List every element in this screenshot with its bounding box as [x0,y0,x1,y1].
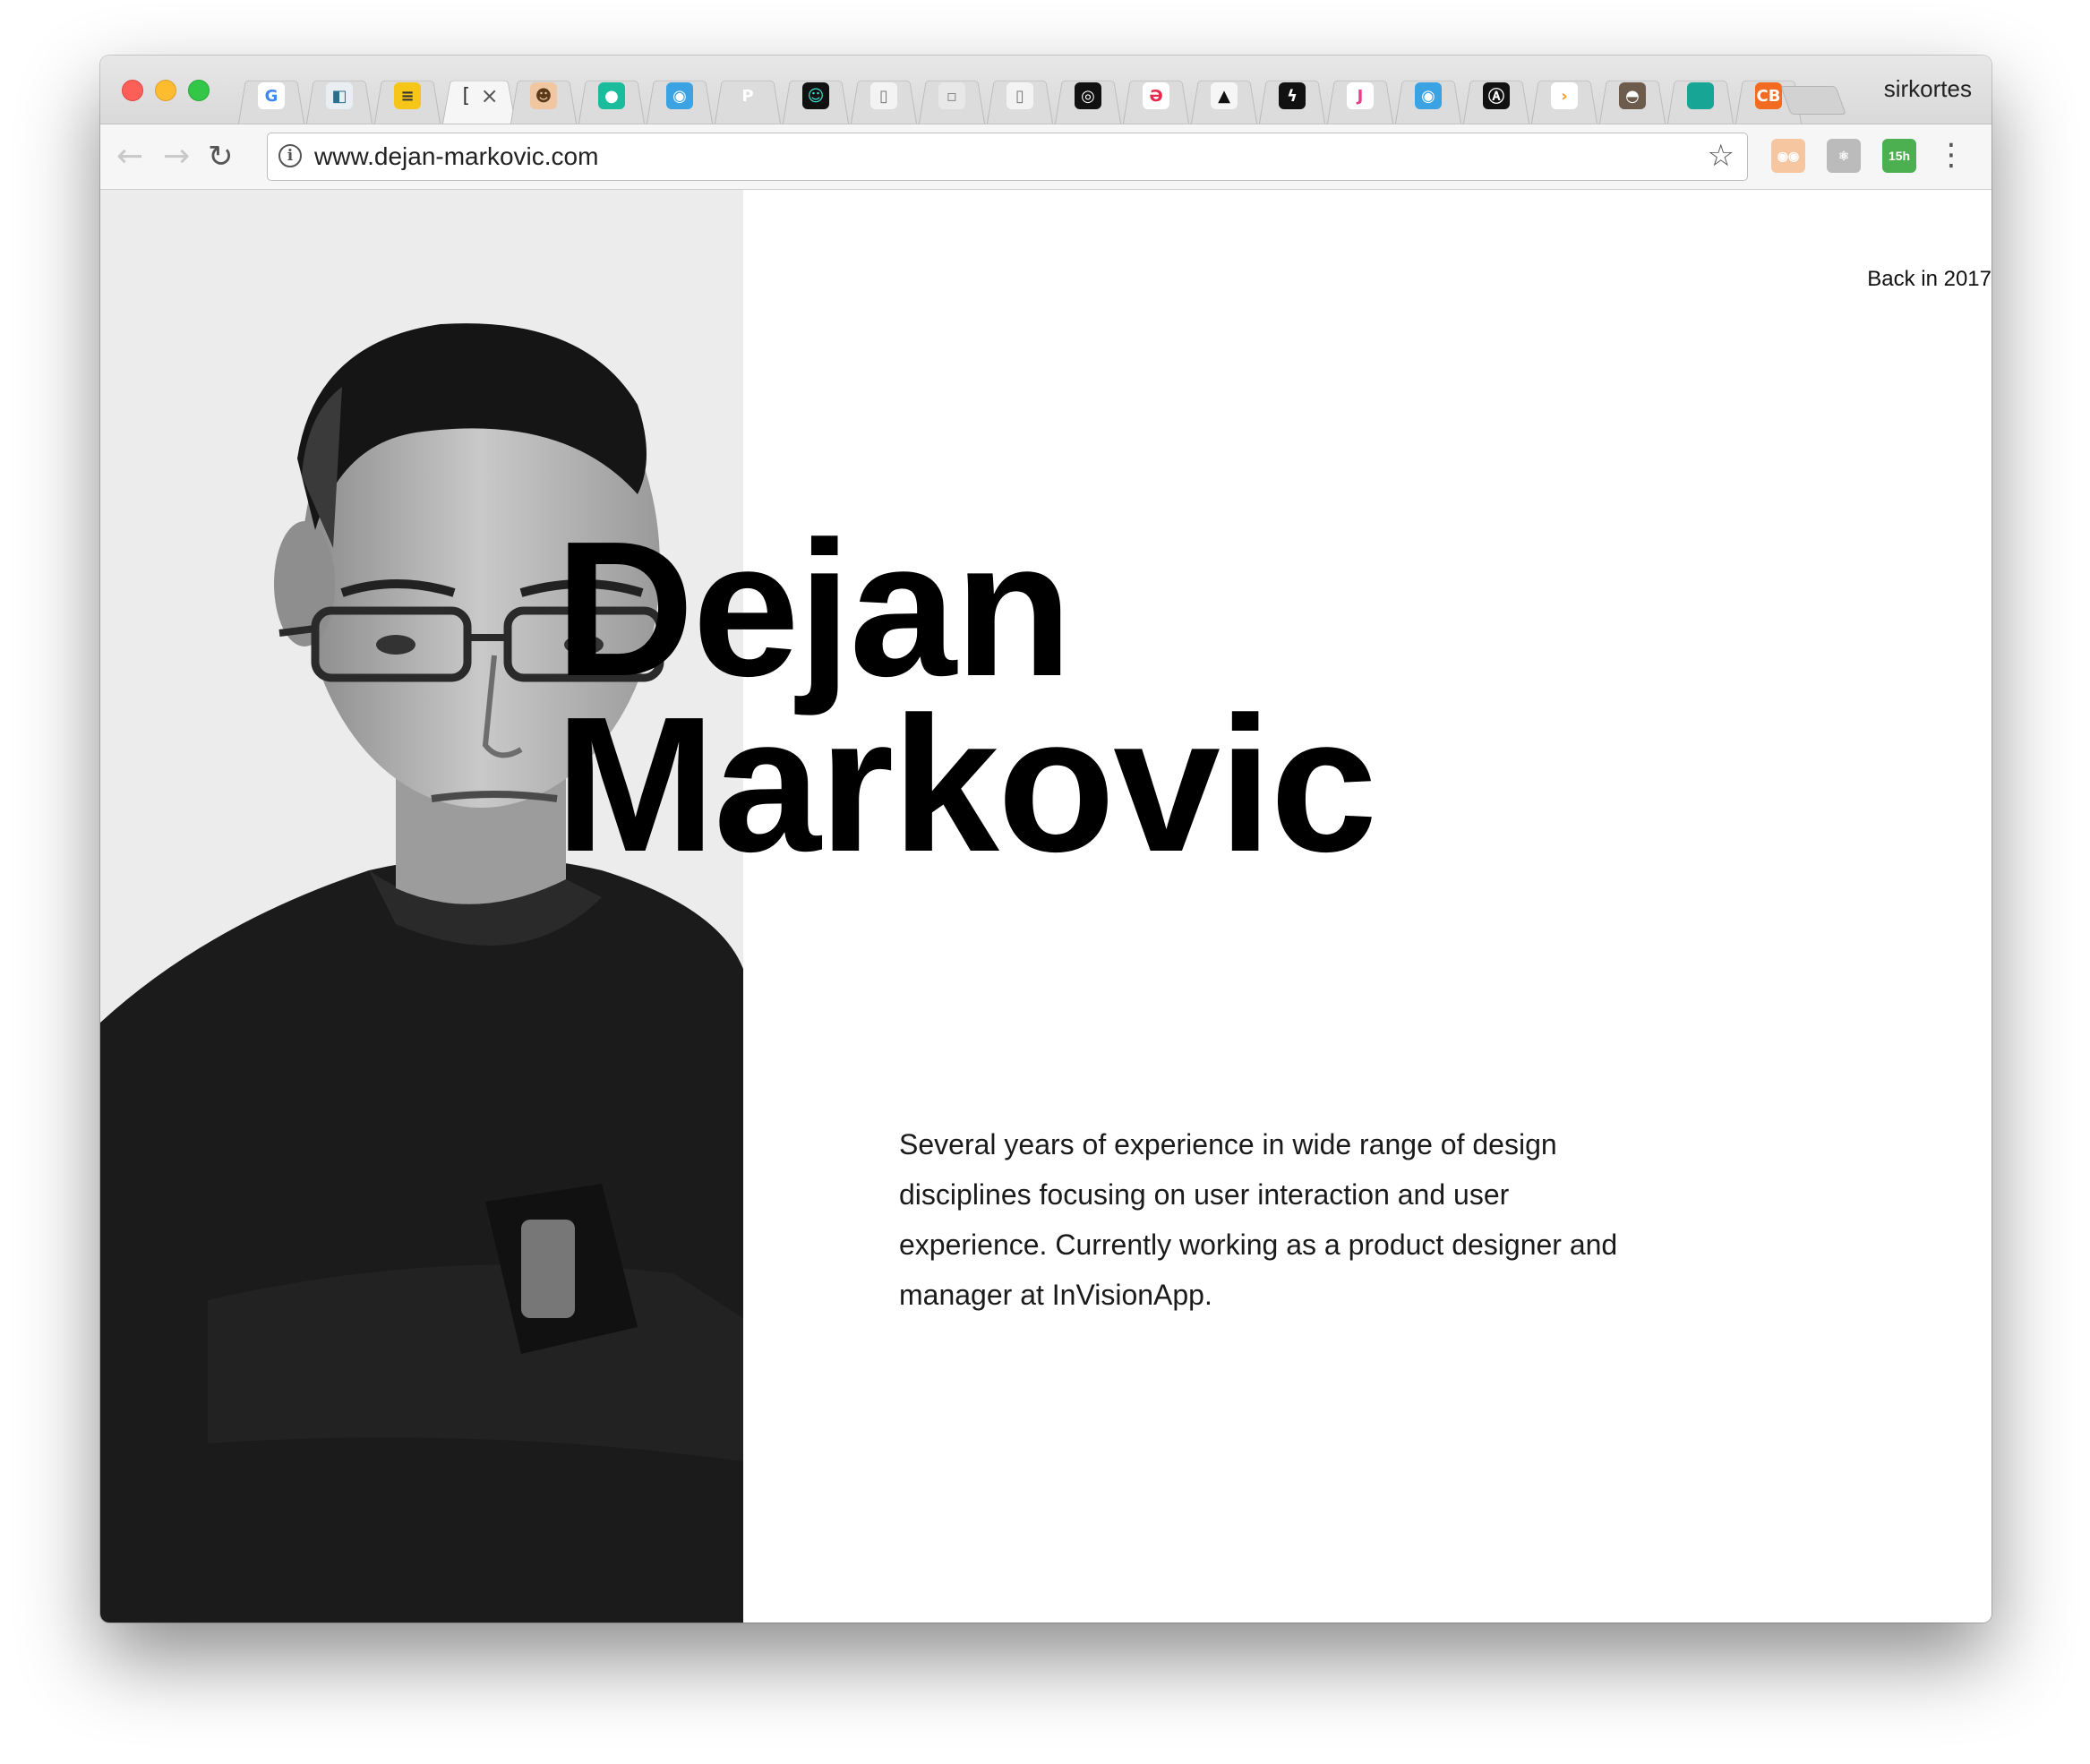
teal-favicon-icon: ● [598,82,625,109]
react-extension-icon[interactable]: ⚛ [1827,139,1861,173]
google-favicon-icon: G [258,82,285,109]
tab-triangle[interactable]: ▲ [1191,68,1257,124]
ap-favicon-icon: Ⓐ [1483,82,1510,109]
hero-name-heading: Dejan Markovic [555,501,1377,892]
page-favicon-icon: ▯ [870,82,897,109]
minimize-window-button[interactable] [155,80,176,101]
address-bar[interactable]: i www.dejan-markovic.com ☆ [267,133,1748,181]
url-text[interactable]: www.dejan-markovic.com [314,142,598,171]
profile-name[interactable]: sirkortes [1884,75,1972,103]
tab-bolt[interactable]: ϟ [1259,68,1325,124]
chevron-favicon-icon: › [1551,82,1578,109]
tab-page[interactable]: ▯ [851,68,917,124]
tab-strip: G ◧ ≡[× ☻ ● ◉ P ☺ ▯ ▫ ▯ ◎ Ә ▲ ϟ J ◉ Ⓐ › ◓ CB sirkortes [100,56,1991,124]
tab-chevron[interactable]: › [1531,68,1597,124]
tab-yellow[interactable]: ≡ [374,68,441,124]
tab-ap[interactable]: Ⓐ [1463,68,1529,124]
tab-alien[interactable]: ☺ [783,68,849,124]
tab-j[interactable]: J [1327,68,1393,124]
tab-red-spiral[interactable]: Ә [1123,68,1189,124]
calendar-extension-icon[interactable]: 15h [1882,139,1916,173]
page2-favicon-icon: ▯ [1006,82,1033,109]
tab-ba[interactable]: ▫ [919,68,985,124]
chart-favicon-icon: ◉ [666,82,693,109]
tab-chart[interactable]: ◉ [647,68,713,124]
ba-favicon-icon: ▫ [938,82,965,109]
alien-favicon-icon: ☺ [802,82,829,109]
j-favicon-icon: J [1347,82,1374,109]
sdb-favicon-icon: ◎ [1075,82,1101,109]
tab-blank[interactable]: P [715,68,781,124]
back-in-2017-link[interactable]: Back in 2017 [1867,267,1991,292]
tab-page2[interactable]: ▯ [987,68,1053,124]
tab-active-title: [ [459,84,472,107]
coffee-favicon-icon: ◓ [1619,82,1646,109]
browser-toolbar: ← → ↻ i www.dejan-markovic.com ☆ ◉◉ ⚛ 15h … [100,124,1991,190]
blank-favicon-icon: P [734,82,761,109]
yellow-favicon-icon: ≡ [394,82,421,109]
cb-favicon-icon: CB [1755,82,1782,109]
tab-sdb[interactable]: ◎ [1055,68,1121,124]
forward-arrow-icon[interactable]: → [163,139,190,175]
bookmark-star-icon[interactable]: ☆ [1708,138,1735,174]
avatar-favicon-icon: ☻ [530,82,557,109]
tab-avatar[interactable]: ☻ [510,68,577,124]
browser-menu-icon[interactable]: ⋮ [1936,137,1966,173]
owl-extension-icon[interactable]: ◉◉ [1771,139,1805,173]
tab-teal[interactable]: ● [578,68,645,124]
page-viewport: Back in 2017 Dejan Markovic Several year… [100,190,1991,1623]
reload-icon[interactable]: ↻ [208,139,234,175]
tab-teal-square[interactable] [1667,68,1734,124]
tab-coffee[interactable]: ◓ [1599,68,1666,124]
close-icon[interactable]: × [481,83,499,108]
bio-paragraph: Several years of experience in wide rang… [899,1128,1618,1311]
teal-square-favicon-icon [1687,82,1714,109]
info-icon[interactable]: i [278,144,302,167]
doc-favicon-icon: ◧ [326,82,353,109]
portrait-illustration [100,323,743,1623]
browser-window: G ◧ ≡[× ☻ ● ◉ P ☺ ▯ ▫ ▯ ◎ Ә ▲ ϟ J ◉ Ⓐ › ◓ CB sirkortes ← → ↻… [100,56,1991,1623]
back-arrow-icon[interactable]: ← [116,139,143,175]
tab-chart2[interactable]: ◉ [1395,68,1461,124]
bolt-favicon-icon: ϟ [1279,82,1306,109]
first-name: Dejan [555,501,1072,716]
tab-google[interactable]: G [238,68,304,124]
portrait-photo [100,190,743,1623]
red-spiral-favicon-icon: Ә [1143,82,1169,109]
last-name: Markovic [555,676,1377,892]
zoom-window-button[interactable] [188,80,210,101]
close-window-button[interactable] [122,80,143,101]
new-tab-button[interactable] [1780,86,1846,115]
triangle-favicon-icon: ▲ [1211,82,1238,109]
chart2-favicon-icon: ◉ [1415,82,1442,109]
tab-active[interactable]: [× [442,68,516,124]
tab-doc[interactable]: ◧ [306,68,373,124]
